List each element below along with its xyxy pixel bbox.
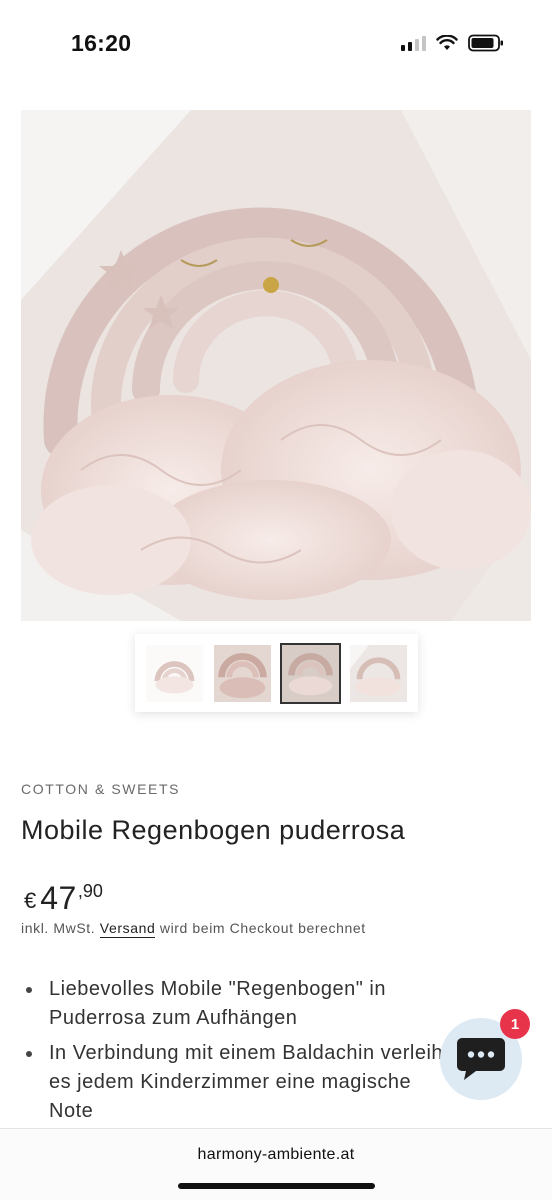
url-bar[interactable]: harmony-ambiente.at xyxy=(0,1146,552,1164)
thumbnail-3[interactable] xyxy=(279,642,341,704)
status-time: 16:20 xyxy=(71,30,132,56)
status-icons xyxy=(401,34,504,52)
status-bar: 16:20 xyxy=(0,0,552,90)
feature-list: Liebevolles Mobile "Regenbogen" in Puder… xyxy=(21,975,451,1132)
product-brand[interactable]: COTTON & SWEETS xyxy=(21,781,180,797)
cellular-signal-icon xyxy=(401,35,426,51)
thumbnail-strip xyxy=(135,634,418,712)
thumbnail-2[interactable] xyxy=(212,643,273,704)
product-main-image[interactable] xyxy=(21,110,531,621)
feature-item: In Verbindung mit einem Baldachin verlei… xyxy=(21,1039,451,1126)
thumbnail-4[interactable] xyxy=(348,643,409,704)
wifi-icon xyxy=(436,35,458,50)
price-currency: € xyxy=(24,888,37,913)
home-indicator[interactable] xyxy=(178,1183,375,1189)
browser-bottom-bar: harmony-ambiente.at xyxy=(0,1128,552,1200)
product-price: € 47 ,90 xyxy=(24,880,103,917)
feature-item: Liebevolles Mobile "Regenbogen" in Puder… xyxy=(21,975,451,1033)
shipping-link[interactable]: Versand xyxy=(99,920,156,938)
tax-note: inkl. MwSt. Versand wird beim Checkout b… xyxy=(21,920,366,938)
thumbnail-1[interactable] xyxy=(144,643,205,704)
product-title: Mobile Regenbogen puderrosa xyxy=(21,815,406,845)
price-decimal: ,90 xyxy=(77,881,103,901)
tax-note-suffix: wird beim Checkout berechnet xyxy=(159,920,366,936)
chat-bubble-icon xyxy=(457,1038,505,1080)
tax-note-prefix: inkl. MwSt. xyxy=(21,920,96,936)
price-integer: 47 xyxy=(40,880,77,916)
chat-notification-badge: 1 xyxy=(500,1009,530,1039)
battery-icon xyxy=(468,34,503,52)
